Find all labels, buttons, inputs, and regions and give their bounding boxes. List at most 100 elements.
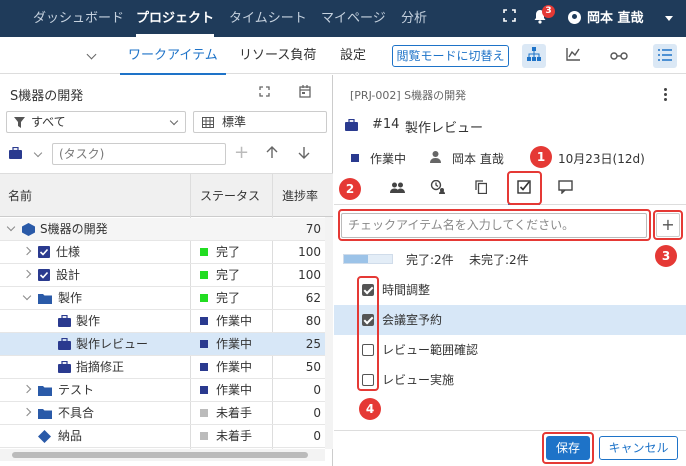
project-icon: [22, 223, 35, 236]
row-name: 製作レビュー: [76, 337, 149, 351]
view-mode-button[interactable]: 閲覧モードに切替え: [392, 45, 509, 67]
chart-icon[interactable]: [561, 44, 585, 68]
user-caret-icon[interactable]: [665, 16, 673, 21]
add-icon[interactable]: +: [234, 143, 249, 163]
filter-label: すべて: [31, 115, 66, 129]
row-status: 完了: [216, 268, 241, 282]
table-row[interactable]: 設計 完了 100: [0, 264, 325, 287]
user-avatar-icon: [568, 11, 581, 24]
checklist-item-label[interactable]: レビュー範囲確認: [382, 335, 478, 365]
table-icon: [202, 117, 214, 128]
person-clock-icon[interactable]: [430, 180, 445, 194]
row-status: 完了: [216, 291, 241, 305]
chevron-down-icon[interactable]: [86, 49, 97, 60]
checklist-item[interactable]: 時間調整: [334, 275, 686, 305]
status-dot: [200, 409, 208, 417]
checklist-item-selected[interactable]: 会議室予約: [334, 305, 686, 335]
tab-resource-load[interactable]: リソース負荷: [239, 37, 316, 74]
checklist-item[interactable]: レビュー範囲確認: [334, 335, 686, 365]
checklist-item[interactable]: レビュー実施: [334, 365, 686, 395]
checklist-item-label[interactable]: レビュー実施: [382, 365, 454, 395]
table-row[interactable]: 製作 完了 62: [0, 287, 325, 310]
more-icon[interactable]: [664, 88, 667, 101]
fullscreen-icon[interactable]: [503, 9, 516, 26]
expand-icon[interactable]: [22, 246, 32, 256]
callout-box: [507, 171, 542, 205]
comment-icon[interactable]: [558, 180, 573, 194]
nav-tab-project[interactable]: プロジェクト: [136, 0, 215, 37]
status-dot: [200, 340, 208, 348]
table-row[interactable]: 製作 作業中 80: [0, 310, 325, 333]
checklist-item-label[interactable]: 時間調整: [382, 275, 430, 305]
list-view-icon[interactable]: [653, 44, 677, 68]
item-assignee[interactable]: 岡本 直哉: [452, 150, 504, 167]
row-progress: 0: [313, 429, 321, 443]
item-date[interactable]: 10月23日(12d): [558, 150, 645, 167]
user-menu[interactable]: 岡本 直哉: [568, 0, 644, 37]
task-icon: [58, 361, 71, 373]
view-select[interactable]: 標準: [193, 111, 327, 133]
table-row[interactable]: S機器の開発 70: [0, 218, 325, 241]
members-icon[interactable]: [390, 182, 405, 193]
glasses-icon[interactable]: [607, 44, 631, 68]
task-icon: [58, 315, 71, 327]
item-status[interactable]: 作業中: [370, 150, 406, 167]
work-item-detail-pane: [334, 75, 686, 466]
task-type-field[interactable]: (タスク): [52, 143, 226, 165]
callout-box: [653, 210, 683, 240]
item-title[interactable]: 製作レビュー: [405, 117, 483, 136]
copy-icon[interactable]: [475, 180, 487, 194]
checklist-progress-bar: [343, 254, 393, 264]
row-progress: 100: [298, 268, 321, 282]
nav-tab-dashboard[interactable]: ダッシュボード: [33, 0, 124, 37]
collapse-icon[interactable]: [6, 222, 16, 232]
collapse-icon[interactable]: [22, 291, 32, 301]
tab-work-items[interactable]: ワークアイテム: [120, 37, 226, 75]
task-icon: [58, 338, 71, 350]
table-row-selected[interactable]: 製作レビュー 作業中 25: [0, 333, 325, 356]
callout-box: [338, 209, 651, 241]
row-name: 指摘修正: [76, 360, 125, 374]
table-row[interactable]: 不具合 未着手 0: [0, 402, 325, 425]
cancel-button[interactable]: キャンセル: [599, 436, 678, 460]
tab-settings[interactable]: 設定: [340, 37, 366, 74]
filter-icon: [14, 117, 25, 128]
row-name: 製作: [76, 314, 101, 328]
footer-divider: [334, 430, 686, 431]
hierarchy-icon[interactable]: [522, 44, 546, 68]
expand-icon[interactable]: [22, 407, 32, 417]
table-row[interactable]: テスト 作業中 0: [0, 379, 325, 402]
table-row[interactable]: 納品 未着手 0: [0, 425, 325, 448]
callout-marker-2: 2: [339, 178, 361, 200]
vertical-scrollbar[interactable]: [325, 217, 333, 449]
arrow-down-icon[interactable]: [298, 146, 310, 162]
folder-icon: [38, 409, 52, 419]
status-dot: [200, 317, 208, 325]
expand-icon[interactable]: [22, 269, 32, 279]
table-row[interactable]: 仕様 完了 100: [0, 241, 325, 264]
expand-icon[interactable]: [259, 86, 270, 100]
expand-icon[interactable]: [22, 384, 32, 394]
arrow-up-icon[interactable]: [266, 146, 278, 162]
column-header-progress[interactable]: 進捗率: [282, 174, 318, 218]
view-label: 標準: [222, 115, 247, 129]
table-row[interactable]: 指摘修正 作業中 50: [0, 356, 325, 379]
column-header-name[interactable]: 名前: [8, 174, 32, 218]
scrollbar-thumb[interactable]: [12, 452, 308, 458]
status-dot: [200, 386, 208, 394]
checklist-item-label[interactable]: 会議室予約: [382, 305, 442, 335]
filter-select[interactable]: すべて: [6, 111, 186, 133]
row-status: 作業中: [216, 383, 253, 397]
column-header-status[interactable]: ステータス: [200, 174, 260, 218]
row-progress: 100: [298, 245, 321, 259]
page-title: S機器の開発: [10, 89, 84, 104]
nav-tab-analytics[interactable]: 分析: [401, 0, 427, 37]
notification-badge: 3: [542, 5, 555, 18]
calendar-icon[interactable]: [299, 85, 311, 101]
task-type-icon[interactable]: [9, 146, 22, 162]
callout-box: [357, 276, 379, 391]
breadcrumb[interactable]: [PRJ-002] S機器の開発: [350, 87, 466, 103]
horizontal-scrollbar[interactable]: [0, 449, 325, 461]
nav-tab-mypage[interactable]: マイページ: [321, 0, 386, 37]
nav-tab-timesheet[interactable]: タイムシート: [229, 0, 307, 37]
